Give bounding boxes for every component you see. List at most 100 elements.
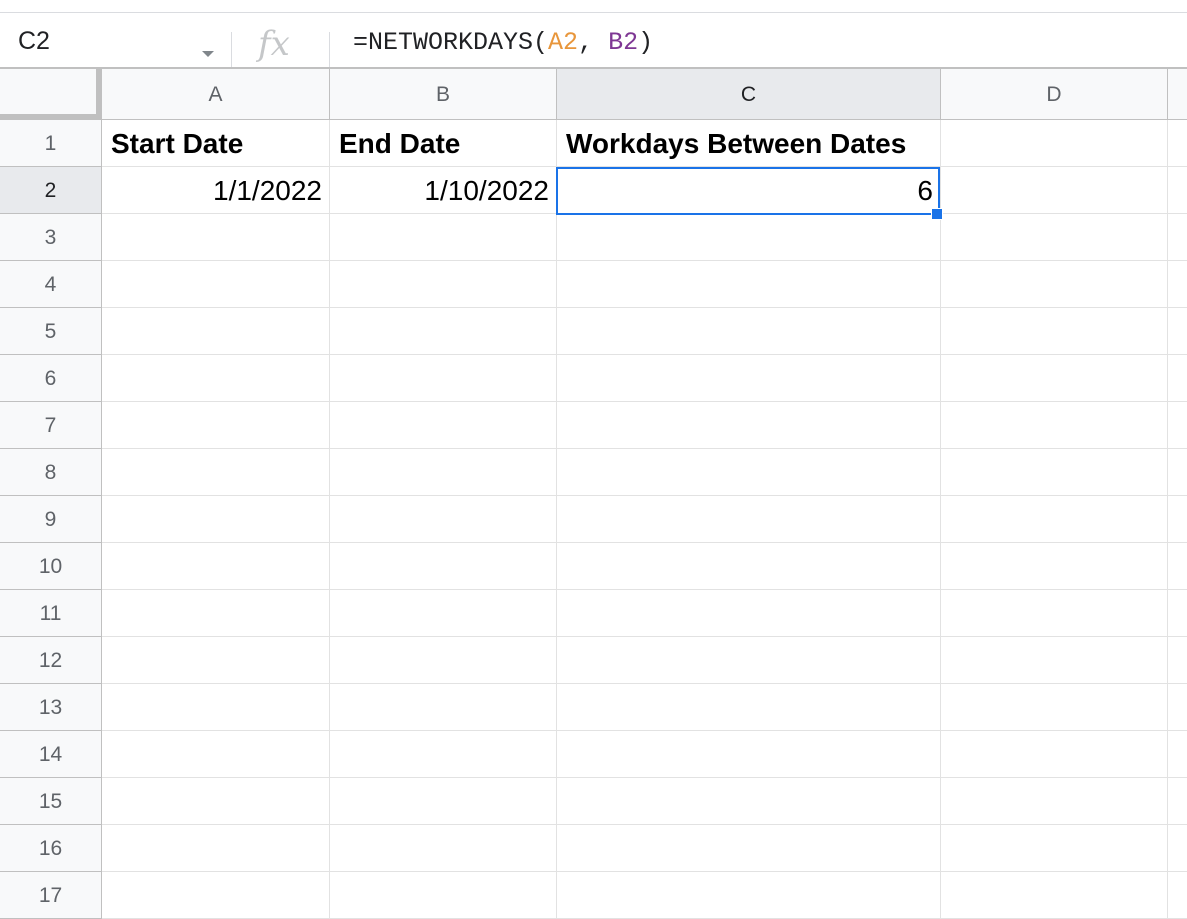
- cell-e13[interactable]: [1168, 684, 1187, 731]
- column-header-b[interactable]: B: [330, 69, 557, 120]
- cell-b9[interactable]: [330, 496, 557, 543]
- cell-a16[interactable]: [102, 825, 330, 872]
- cell-e17[interactable]: [1168, 872, 1187, 919]
- cell-c15[interactable]: [557, 778, 941, 825]
- cell-e15[interactable]: [1168, 778, 1187, 825]
- cell-b10[interactable]: [330, 543, 557, 590]
- cell-a1[interactable]: Start Date: [102, 120, 330, 167]
- cell-c8[interactable]: [557, 449, 941, 496]
- cell-a6[interactable]: [102, 355, 330, 402]
- cell-a14[interactable]: [102, 731, 330, 778]
- cell-c14[interactable]: [557, 731, 941, 778]
- row-header-2[interactable]: 2: [0, 167, 102, 214]
- cell-a9[interactable]: [102, 496, 330, 543]
- cell-e16[interactable]: [1168, 825, 1187, 872]
- cell-d17[interactable]: [941, 872, 1168, 919]
- cell-d11[interactable]: [941, 590, 1168, 637]
- chevron-down-icon[interactable]: [202, 51, 214, 57]
- cell-c3[interactable]: [557, 214, 941, 261]
- cell-c6[interactable]: [557, 355, 941, 402]
- cell-c12[interactable]: [557, 637, 941, 684]
- cell-b5[interactable]: [330, 308, 557, 355]
- row-header-12[interactable]: 12: [0, 637, 102, 684]
- cell-e2[interactable]: [1168, 167, 1187, 214]
- row-header-8[interactable]: 8: [0, 449, 102, 496]
- formula-input[interactable]: =NETWORKDAYS(A2, B2): [353, 28, 653, 57]
- row-header-11[interactable]: 11: [0, 590, 102, 637]
- column-header-d[interactable]: D: [941, 69, 1168, 120]
- row-header-5[interactable]: 5: [0, 308, 102, 355]
- cell-b15[interactable]: [330, 778, 557, 825]
- cell-e14[interactable]: [1168, 731, 1187, 778]
- cell-d7[interactable]: [941, 402, 1168, 449]
- cell-b2[interactable]: 1/10/2022: [330, 167, 557, 214]
- cell-d4[interactable]: [941, 261, 1168, 308]
- cell-e8[interactable]: [1168, 449, 1187, 496]
- cell-e4[interactable]: [1168, 261, 1187, 308]
- cell-a8[interactable]: [102, 449, 330, 496]
- cell-b13[interactable]: [330, 684, 557, 731]
- row-header-6[interactable]: 6: [0, 355, 102, 402]
- cell-c17[interactable]: [557, 872, 941, 919]
- column-header-c[interactable]: C: [557, 69, 941, 120]
- column-header-a[interactable]: A: [102, 69, 330, 120]
- row-header-13[interactable]: 13: [0, 684, 102, 731]
- cell-a15[interactable]: [102, 778, 330, 825]
- cell-d2[interactable]: [941, 167, 1168, 214]
- fill-handle[interactable]: [931, 208, 943, 220]
- cell-a3[interactable]: [102, 214, 330, 261]
- cell-a17[interactable]: [102, 872, 330, 919]
- cell-e9[interactable]: [1168, 496, 1187, 543]
- cell-d10[interactable]: [941, 543, 1168, 590]
- cell-d13[interactable]: [941, 684, 1168, 731]
- cell-b3[interactable]: [330, 214, 557, 261]
- cell-a4[interactable]: [102, 261, 330, 308]
- cell-c1[interactable]: Workdays Between Dates: [557, 120, 941, 167]
- row-header-4[interactable]: 4: [0, 261, 102, 308]
- cell-e5[interactable]: [1168, 308, 1187, 355]
- cell-d3[interactable]: [941, 214, 1168, 261]
- cell-b11[interactable]: [330, 590, 557, 637]
- cell-a10[interactable]: [102, 543, 330, 590]
- row-header-16[interactable]: 16: [0, 825, 102, 872]
- row-header-10[interactable]: 10: [0, 543, 102, 590]
- cell-e7[interactable]: [1168, 402, 1187, 449]
- cell-e12[interactable]: [1168, 637, 1187, 684]
- cell-c4[interactable]: [557, 261, 941, 308]
- cell-d9[interactable]: [941, 496, 1168, 543]
- cell-b4[interactable]: [330, 261, 557, 308]
- row-header-9[interactable]: 9: [0, 496, 102, 543]
- cell-c13[interactable]: [557, 684, 941, 731]
- cell-a12[interactable]: [102, 637, 330, 684]
- cell-b6[interactable]: [330, 355, 557, 402]
- cell-c2[interactable]: 6: [557, 167, 941, 214]
- cell-a13[interactable]: [102, 684, 330, 731]
- cell-d1[interactable]: [941, 120, 1168, 167]
- cell-d8[interactable]: [941, 449, 1168, 496]
- cell-a5[interactable]: [102, 308, 330, 355]
- cell-d14[interactable]: [941, 731, 1168, 778]
- cell-d15[interactable]: [941, 778, 1168, 825]
- cell-c7[interactable]: [557, 402, 941, 449]
- cell-d5[interactable]: [941, 308, 1168, 355]
- cell-b14[interactable]: [330, 731, 557, 778]
- row-header-15[interactable]: 15: [0, 778, 102, 825]
- cell-c9[interactable]: [557, 496, 941, 543]
- cell-b17[interactable]: [330, 872, 557, 919]
- row-header-17[interactable]: 17: [0, 872, 102, 919]
- row-header-3[interactable]: 3: [0, 214, 102, 261]
- cell-c10[interactable]: [557, 543, 941, 590]
- cell-e11[interactable]: [1168, 590, 1187, 637]
- cell-d16[interactable]: [941, 825, 1168, 872]
- cell-e1[interactable]: [1168, 120, 1187, 167]
- cell-e6[interactable]: [1168, 355, 1187, 402]
- row-header-1[interactable]: 1: [0, 120, 102, 167]
- cell-a11[interactable]: [102, 590, 330, 637]
- cell-c5[interactable]: [557, 308, 941, 355]
- cell-e3[interactable]: [1168, 214, 1187, 261]
- row-header-7[interactable]: 7: [0, 402, 102, 449]
- cell-a7[interactable]: [102, 402, 330, 449]
- cell-c11[interactable]: [557, 590, 941, 637]
- row-header-14[interactable]: 14: [0, 731, 102, 778]
- cell-b7[interactable]: [330, 402, 557, 449]
